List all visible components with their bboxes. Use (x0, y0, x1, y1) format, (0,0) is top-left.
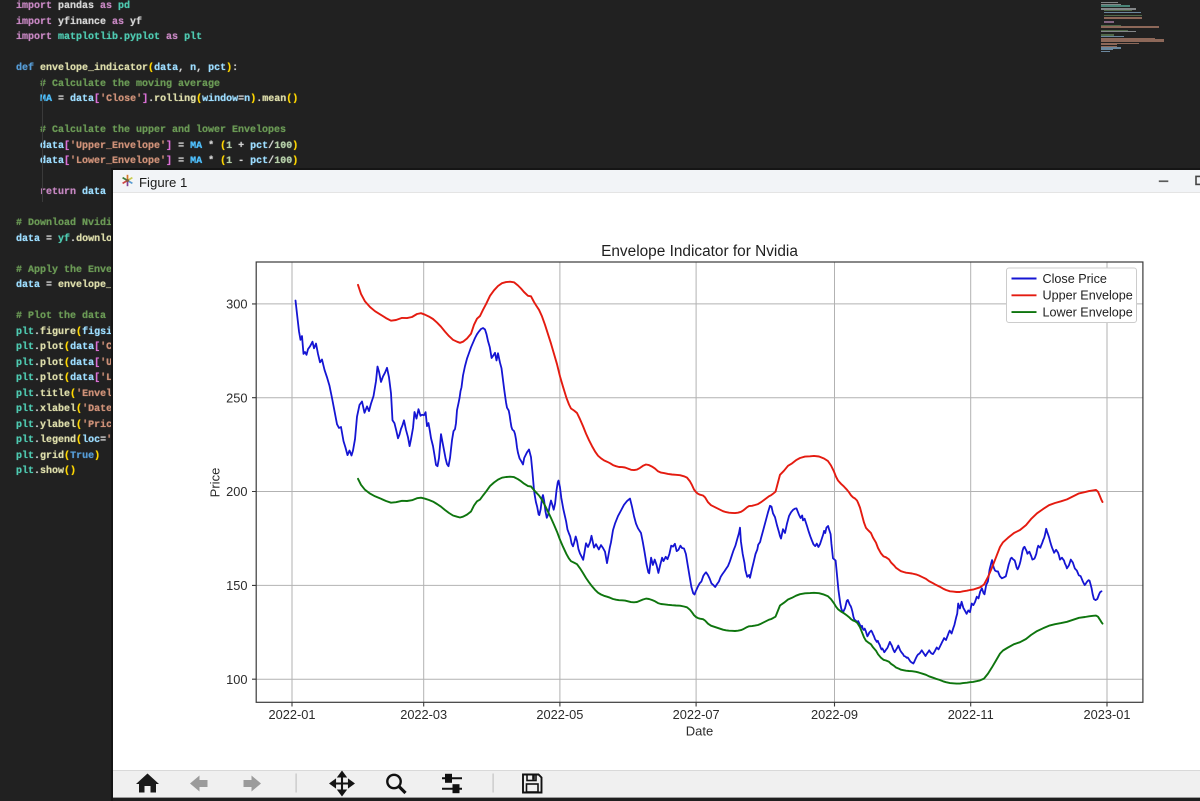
svg-text:2022-11: 2022-11 (948, 707, 994, 722)
svg-text:2022-01: 2022-01 (269, 707, 316, 722)
svg-text:150: 150 (226, 578, 247, 593)
svg-text:Price: Price (208, 468, 223, 498)
svg-text:250: 250 (226, 390, 247, 405)
svg-text:2022-05: 2022-05 (536, 707, 583, 722)
svg-text:100: 100 (226, 672, 247, 687)
svg-text:Upper Envelope: Upper Envelope (1043, 289, 1133, 303)
svg-text:Envelope Indicator for Nvidia: Envelope Indicator for Nvidia (601, 243, 798, 260)
svg-text:2022-07: 2022-07 (673, 707, 720, 722)
svg-text:Close Price: Close Price (1043, 272, 1107, 286)
svg-text:2023-01: 2023-01 (1084, 707, 1131, 722)
svg-text:300: 300 (226, 297, 247, 312)
svg-text:Date: Date (686, 724, 713, 739)
svg-text:200: 200 (226, 484, 247, 499)
svg-text:2022-09: 2022-09 (811, 707, 858, 722)
svg-text:2022-03: 2022-03 (400, 707, 447, 722)
svg-text:Lower Envelope: Lower Envelope (1043, 306, 1133, 320)
